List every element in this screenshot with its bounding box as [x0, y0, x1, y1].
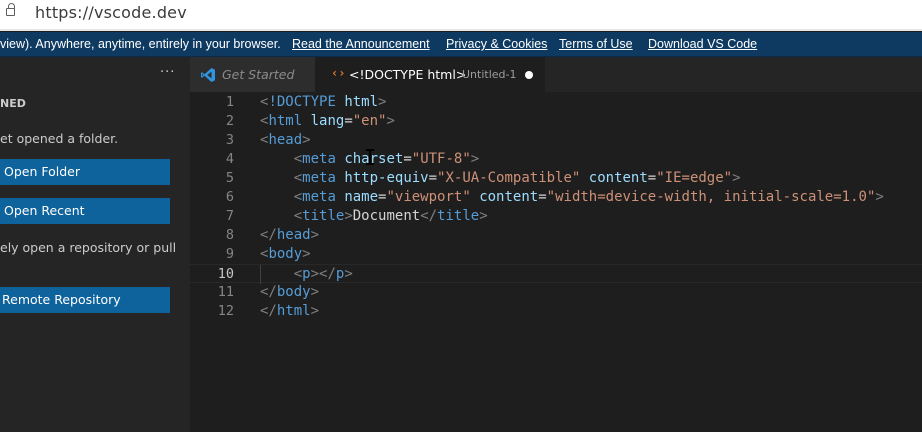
- html-code-icon: ‹›: [331, 66, 346, 80]
- code-line[interactable]: 7 <title>Document</title>: [190, 207, 922, 226]
- lock-icon[interactable]: [6, 3, 15, 16]
- banner-text: view). Anywhere, anytime, entirely in yo…: [0, 37, 281, 51]
- announcement-banner: view). Anywhere, anytime, entirely in yo…: [0, 32, 922, 57]
- read-announcement-link[interactable]: Read the Announcement: [292, 37, 430, 51]
- download-vscode-link[interactable]: Download VS Code: [648, 37, 757, 51]
- line-number: 11: [217, 284, 234, 300]
- line-code[interactable]: <!DOCTYPE html>: [260, 93, 386, 112]
- code-line[interactable]: 11 </body>: [190, 283, 922, 302]
- more-actions-icon[interactable]: ···: [160, 65, 175, 80]
- open-recent-button[interactable]: Open Recent: [0, 198, 170, 224]
- open-folder-button[interactable]: Open Folder: [0, 159, 170, 185]
- code-line[interactable]: 5 <meta http-equiv="X-UA-Compatible" con…: [190, 169, 922, 188]
- address-url[interactable]: https://vscode.dev: [35, 3, 187, 22]
- tab-untitled-1[interactable]: ‹› <!DOCTYPE html> Untitled-1: [315, 57, 545, 92]
- line-code[interactable]: <meta name="viewport" content="width=dev…: [260, 188, 884, 207]
- text-cursor-icon: [366, 149, 374, 165]
- line-number: 6: [225, 189, 234, 205]
- tab-description: Untitled-1: [462, 68, 517, 81]
- browser-address-bar[interactable]: https://vscode.dev: [0, 0, 922, 31]
- code-line[interactable]: 4 <meta charset="UTF-8">: [190, 150, 922, 169]
- line-code[interactable]: </html>: [260, 302, 319, 321]
- line-code[interactable]: </head>: [260, 226, 319, 245]
- code-line[interactable]: 6 <meta name="viewport" content="width=d…: [190, 188, 922, 207]
- section-title[interactable]: NED: [0, 97, 26, 110]
- line-code[interactable]: </body>: [260, 283, 319, 302]
- code-line[interactable]: 9 <body>: [190, 245, 922, 264]
- explorer-sidebar: ··· NED et opened a folder. Open Folder …: [0, 57, 190, 432]
- line-code[interactable]: <body>: [260, 245, 311, 264]
- code-line[interactable]: 2 <html lang="en">: [190, 112, 922, 131]
- open-repository-message: ely open a repository or pull: [0, 240, 177, 255]
- tab-get-started[interactable]: Get Started: [190, 57, 315, 92]
- line-number: 12: [217, 303, 234, 319]
- line-code[interactable]: <p></p>: [260, 265, 353, 284]
- line-code[interactable]: <title>Document</title>: [260, 207, 488, 226]
- line-number: 7: [225, 208, 234, 224]
- line-number: 4: [225, 151, 234, 167]
- tab-label: Get Started: [222, 67, 295, 82]
- code-line[interactable]: 10 <p></p>: [190, 264, 922, 284]
- line-number: 9: [225, 246, 234, 262]
- line-code[interactable]: <meta http-equiv="X-UA-Compatible" conte…: [260, 169, 741, 188]
- vscode-logo-icon: [201, 68, 215, 82]
- line-number: 3: [225, 132, 234, 148]
- line-code[interactable]: <head>: [260, 131, 311, 150]
- line-number: 2: [225, 113, 234, 129]
- line-code[interactable]: <html lang="en">: [260, 112, 395, 131]
- editor-tab-bar: Get Started ‹› <!DOCTYPE html> Untitled-…: [190, 57, 922, 92]
- line-number: 8: [225, 227, 234, 243]
- line-number: 10: [217, 266, 234, 282]
- line-number: 5: [225, 170, 234, 186]
- remote-repository-button[interactable]: Remote Repository: [0, 287, 170, 313]
- code-line[interactable]: 12 </html>: [190, 302, 922, 321]
- line-number: 1: [225, 94, 234, 110]
- terms-of-use-link[interactable]: Terms of Use: [559, 37, 633, 51]
- code-editor[interactable]: 1 <!DOCTYPE html> 2 <html lang="en"> 3 <head>…: [190, 92, 922, 432]
- privacy-cookies-link[interactable]: Privacy & Cookies: [446, 37, 547, 51]
- unsaved-dot-icon[interactable]: [525, 71, 533, 79]
- code-line[interactable]: 3 <head>: [190, 131, 922, 150]
- code-line[interactable]: 8 </head>: [190, 226, 922, 245]
- address-bar-divider: [0, 29, 922, 31]
- tab-label: <!DOCTYPE html>: [349, 67, 467, 82]
- code-line[interactable]: 1 <!DOCTYPE html>: [190, 93, 922, 112]
- no-folder-message: et opened a folder.: [0, 131, 119, 146]
